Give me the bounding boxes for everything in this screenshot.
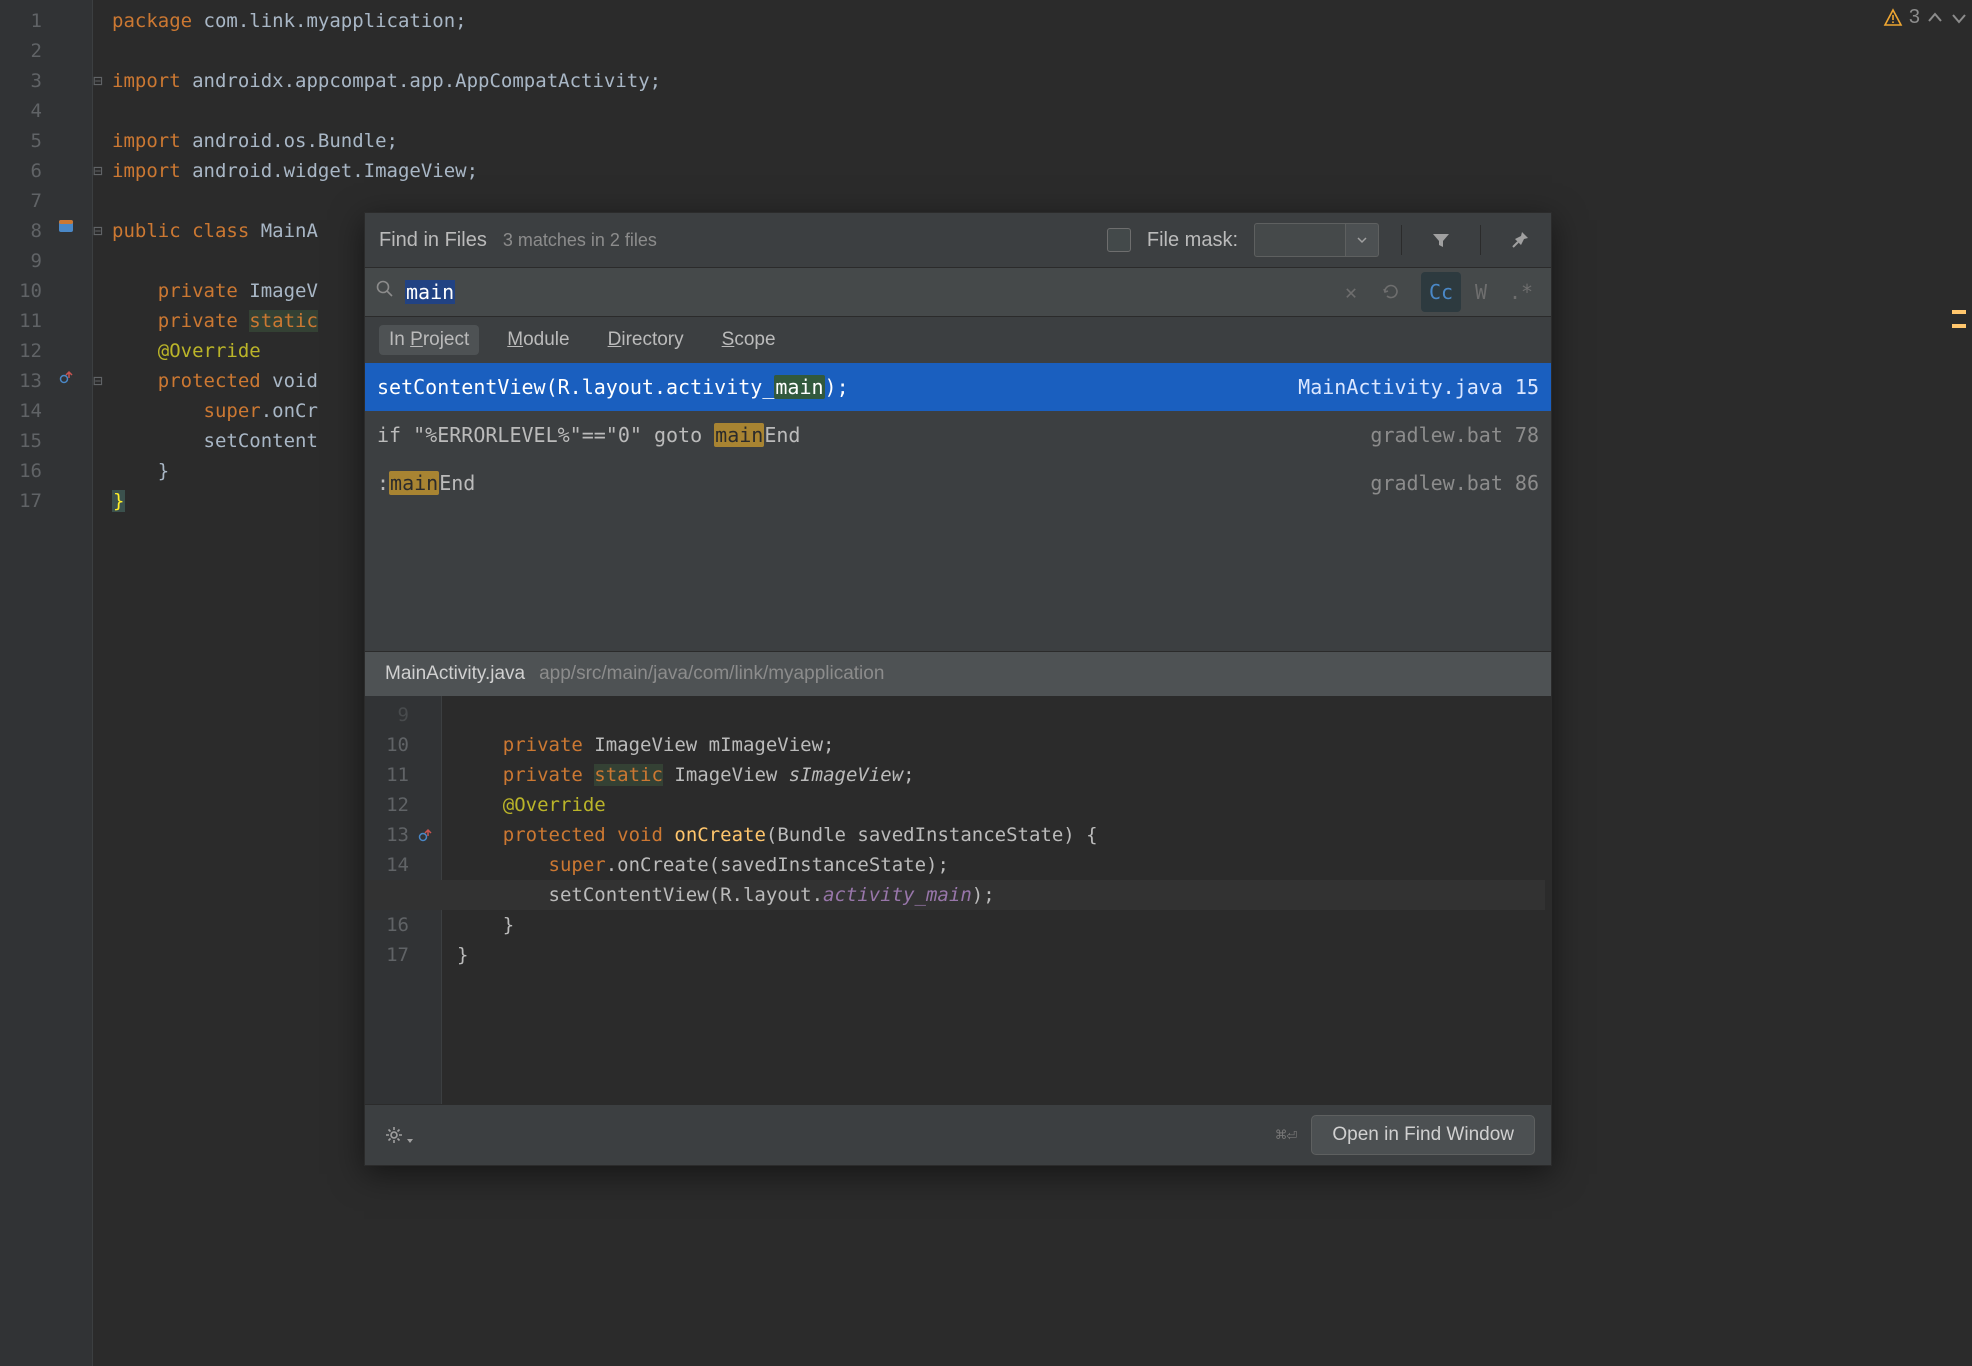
warning-icon (1883, 8, 1903, 28)
line-number: 12 (365, 790, 409, 820)
search-history-icon[interactable] (1371, 272, 1411, 312)
line-number: 17 (0, 486, 42, 516)
preview-file-path: app/src/main/java/com/link/myapplication (539, 663, 884, 685)
override-gutter-icon[interactable] (417, 826, 433, 848)
line-number: 17 (365, 940, 409, 970)
file-mask-input[interactable] (1254, 223, 1346, 257)
code-line[interactable]: super.onCreate(savedInstanceState); (457, 850, 1545, 880)
related-file-icon[interactable] (46, 216, 86, 246)
scope-tabs: In Project Module Directory Scope (365, 317, 1551, 363)
line-number: 15 (0, 426, 42, 456)
whole-words-toggle[interactable]: W (1461, 272, 1501, 312)
search-icon (375, 279, 395, 305)
pin-icon[interactable] (1503, 223, 1537, 257)
line-number: 14 (0, 396, 42, 426)
warning-count: 3 (1909, 6, 1920, 29)
search-input[interactable]: main (405, 280, 1331, 304)
line-number: 8 (0, 216, 42, 246)
code-line[interactable]: private static ImageView sImageView; (457, 760, 1545, 790)
line-number: 9 (365, 700, 409, 730)
popup-title: Find in Files (379, 229, 487, 252)
code-line[interactable]: import android.widget.ImageView; (112, 156, 1962, 186)
file-mask-checkbox[interactable] (1107, 228, 1131, 252)
line-number: 6 (0, 156, 42, 186)
code-line[interactable]: } (457, 940, 1545, 970)
code-line[interactable]: private ImageView mImageView; (457, 730, 1545, 760)
line-number: 1 (0, 6, 42, 36)
code-line[interactable]: setContentView(R.layout.activity_main); (365, 880, 1545, 910)
line-number: 3 (0, 66, 42, 96)
code-line[interactable]: import android.os.Bundle; (112, 126, 1962, 156)
search-result-row[interactable]: :mainEndgradlew.bat 86 (365, 459, 1551, 507)
scope-tab-in-project[interactable]: In Project (379, 325, 479, 355)
match-count-label: 3 matches in 2 files (503, 230, 657, 251)
code-line[interactable] (112, 36, 1962, 66)
scope-tab-module[interactable]: Module (497, 325, 579, 355)
code-line[interactable]: import androidx.appcompat.app.AppCompatA… (112, 66, 1962, 96)
popup-header: Find in Files 3 matches in 2 files File … (365, 213, 1551, 267)
results-list[interactable]: setContentView(R.layout.activity_main);M… (365, 363, 1551, 651)
line-number: 12 (0, 336, 42, 366)
line-number: 10 (365, 730, 409, 760)
prev-highlight-icon[interactable] (1926, 9, 1944, 27)
gear-icon[interactable] (381, 1118, 415, 1152)
line-number: 10 (0, 276, 42, 306)
search-result-row[interactable]: setContentView(R.layout.activity_main);M… (365, 363, 1551, 411)
line-number: 16 (0, 456, 42, 486)
open-in-find-window-button[interactable]: Open in Find Window (1311, 1115, 1535, 1155)
fold-toggle[interactable]: ⊟ (88, 216, 108, 246)
code-editor[interactable]: 1package com.link.myapplication;23⊟impor… (0, 0, 1972, 1366)
line-number: 13 (365, 820, 409, 850)
clear-search-icon[interactable]: ✕ (1331, 272, 1371, 312)
scope-tab-directory[interactable]: Directory (598, 325, 694, 355)
line-number: 4 (0, 96, 42, 126)
match-case-toggle[interactable]: Cc (1421, 272, 1461, 312)
code-line[interactable] (457, 700, 1545, 730)
override-gutter-icon[interactable] (46, 366, 86, 396)
shortcut-hint: ⌘⏎ (1276, 1125, 1298, 1146)
preview-editor[interactable]: 910 private ImageView mImageView; 11 priv… (365, 696, 1551, 1104)
code-line[interactable]: protected void onCreate(Bundle savedInst… (457, 820, 1545, 850)
code-line[interactable]: package com.link.myapplication; (112, 6, 1962, 36)
popup-footer: ⌘⏎ Open in Find Window (365, 1104, 1551, 1165)
line-number: 2 (0, 36, 42, 66)
fold-toggle[interactable]: ⊟ (88, 66, 108, 96)
fold-toggle[interactable]: ⊟ (88, 156, 108, 186)
line-number: 11 (365, 760, 409, 790)
line-number: 5 (0, 126, 42, 156)
file-mask-label: File mask: (1147, 229, 1238, 252)
search-result-row[interactable]: if "%ERRORLEVEL%"=="0" goto mainEndgradl… (365, 411, 1551, 459)
line-number: 13 (0, 366, 42, 396)
line-number: 7 (0, 186, 42, 216)
scope-tab-scope[interactable]: Scope (712, 325, 786, 355)
fold-toggle[interactable]: ⊟ (88, 366, 108, 396)
regex-toggle[interactable]: .* (1501, 272, 1541, 312)
filter-icon[interactable] (1424, 223, 1458, 257)
preview-header: MainActivity.java app/src/main/java/com/… (365, 651, 1551, 696)
line-number: 9 (0, 246, 42, 276)
line-number: 11 (0, 306, 42, 336)
line-number: 16 (365, 910, 409, 940)
search-row: main ✕ Cc W .* (365, 267, 1551, 317)
error-stripe[interactable] (1950, 0, 1968, 1366)
code-line[interactable]: @Override (457, 790, 1545, 820)
line-number: 14 (365, 850, 409, 880)
preview-file-name: MainActivity.java (385, 663, 525, 685)
find-in-files-popup: Find in Files 3 matches in 2 files File … (364, 212, 1552, 1166)
file-mask-dropdown[interactable] (1346, 223, 1379, 257)
code-line[interactable]: } (457, 910, 1545, 940)
code-line[interactable] (112, 96, 1962, 126)
